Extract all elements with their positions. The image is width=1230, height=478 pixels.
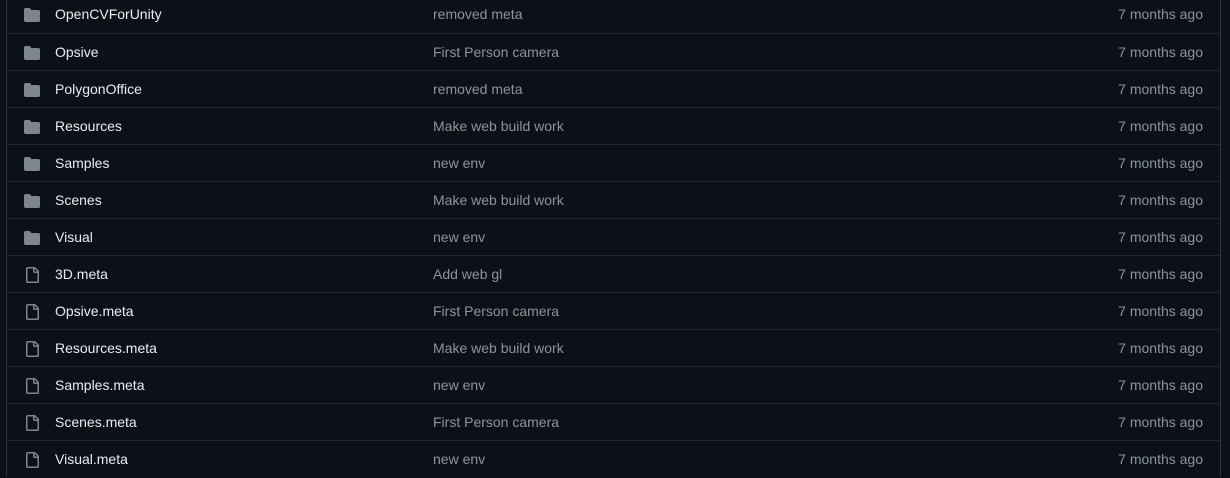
commit-time: 7 months ago <box>1118 192 1203 208</box>
folder-icon <box>24 7 40 23</box>
file-icon <box>24 304 40 320</box>
file-name-link[interactable]: Opsive.meta <box>55 293 134 330</box>
file-row[interactable]: Resources.meta Make web build work 7 mon… <box>7 329 1220 366</box>
file-row[interactable]: 3D.meta Add web gl 7 months ago <box>7 255 1220 292</box>
file-name-link[interactable]: Resources <box>55 108 122 145</box>
folder-icon <box>24 230 40 246</box>
commit-time: 7 months ago <box>1118 118 1203 134</box>
file-name-link[interactable]: Samples <box>55 145 109 182</box>
file-name-link[interactable]: OpenCVForUnity <box>55 0 162 33</box>
folder-icon <box>24 119 40 135</box>
commit-time: 7 months ago <box>1118 414 1203 430</box>
commit-message-link[interactable]: First Person camera <box>433 34 559 71</box>
file-row[interactable]: Samples.meta new env 7 months ago <box>7 366 1220 403</box>
commit-time: 7 months ago <box>1118 44 1203 60</box>
file-name-link[interactable]: PolygonOffice <box>55 71 142 108</box>
commit-time: 7 months ago <box>1118 377 1203 393</box>
file-row[interactable]: Samples new env 7 months ago <box>7 144 1220 181</box>
file-name-link[interactable]: Samples.meta <box>55 367 144 404</box>
file-row[interactable]: Visual.meta new env 7 months ago <box>7 440 1220 477</box>
file-list: OpenCVForUnity removed meta 7 months ago… <box>6 0 1221 477</box>
commit-message-link[interactable]: Make web build work <box>433 108 564 145</box>
file-name-link[interactable]: Visual <box>55 219 93 256</box>
file-name-link[interactable]: Scenes.meta <box>55 404 137 441</box>
commit-time: 7 months ago <box>1118 6 1203 22</box>
file-name-link[interactable]: Scenes <box>55 182 102 219</box>
commit-time: 7 months ago <box>1118 451 1203 467</box>
commit-time: 7 months ago <box>1118 81 1203 97</box>
file-row[interactable]: Resources Make web build work 7 months a… <box>7 107 1220 144</box>
file-row[interactable]: Opsive.meta First Person camera 7 months… <box>7 292 1220 329</box>
commit-time: 7 months ago <box>1118 155 1203 171</box>
file-row[interactable]: OpenCVForUnity removed meta 7 months ago <box>7 0 1220 33</box>
commit-time: 7 months ago <box>1118 229 1203 245</box>
commit-message-link[interactable]: Make web build work <box>433 182 564 219</box>
file-icon <box>24 415 40 431</box>
file-row[interactable]: PolygonOffice removed meta 7 months ago <box>7 70 1220 107</box>
folder-icon <box>24 156 40 172</box>
commit-message-link[interactable]: removed meta <box>433 71 522 108</box>
commit-message-link[interactable]: Make web build work <box>433 330 564 367</box>
file-name-link[interactable]: Visual.meta <box>55 441 128 478</box>
file-icon <box>24 267 40 283</box>
commit-time: 7 months ago <box>1118 266 1203 282</box>
commit-time: 7 months ago <box>1118 303 1203 319</box>
file-row[interactable]: Scenes Make web build work 7 months ago <box>7 181 1220 218</box>
commit-time: 7 months ago <box>1118 340 1203 356</box>
commit-message-link[interactable]: Add web gl <box>433 256 502 293</box>
folder-icon <box>24 82 40 98</box>
commit-message-link[interactable]: new env <box>433 441 485 478</box>
commit-message-link[interactable]: new env <box>433 219 485 256</box>
folder-icon <box>24 193 40 209</box>
file-icon <box>24 452 40 468</box>
commit-message-link[interactable]: First Person camera <box>433 404 559 441</box>
commit-message-link[interactable]: new env <box>433 367 485 404</box>
file-icon <box>24 378 40 394</box>
commit-message-link[interactable]: First Person camera <box>433 293 559 330</box>
file-name-link[interactable]: Opsive <box>55 34 99 71</box>
commit-message-link[interactable]: removed meta <box>433 0 522 33</box>
folder-icon <box>24 45 40 61</box>
file-row[interactable]: Visual new env 7 months ago <box>7 218 1220 255</box>
file-row[interactable]: Opsive First Person camera 7 months ago <box>7 33 1220 70</box>
file-name-link[interactable]: 3D.meta <box>55 256 108 293</box>
file-row[interactable]: Scenes.meta First Person camera 7 months… <box>7 403 1220 440</box>
commit-message-link[interactable]: new env <box>433 145 485 182</box>
file-name-link[interactable]: Resources.meta <box>55 330 157 367</box>
file-icon <box>24 341 40 357</box>
